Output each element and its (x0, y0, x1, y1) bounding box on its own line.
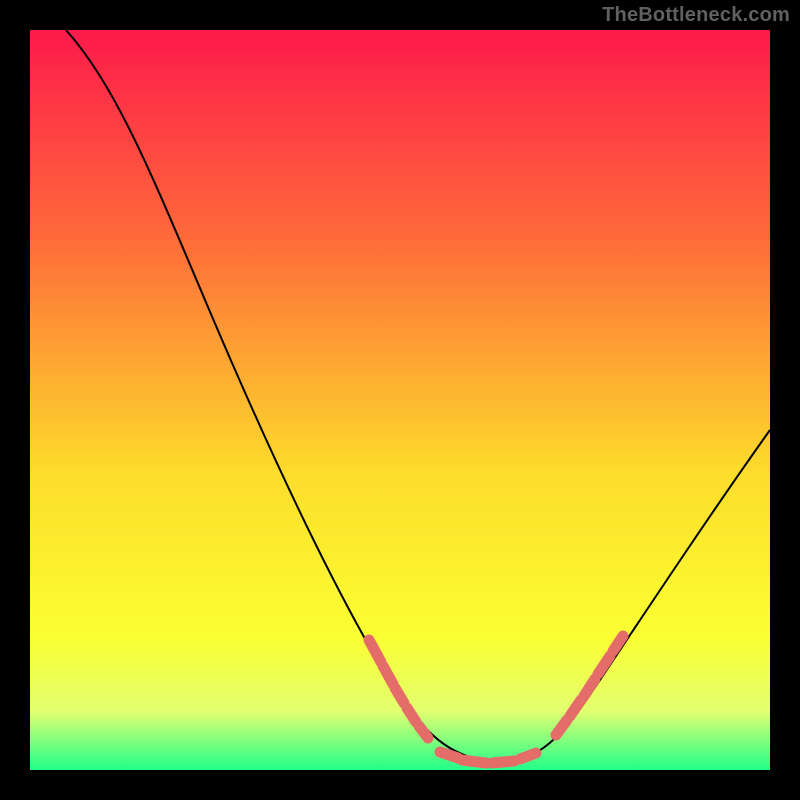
dash-segment (407, 708, 416, 722)
dash-segment (440, 752, 458, 758)
dash-segment (462, 760, 486, 763)
plot-background (30, 30, 770, 770)
dash-segment (419, 726, 428, 738)
chart-stage: TheBottleneck.com (0, 0, 800, 800)
dash-segment (492, 761, 514, 763)
dash-segment (520, 753, 536, 759)
watermark-text: TheBottleneck.com (602, 4, 790, 27)
dash-segment (395, 688, 404, 703)
bottleneck-chart (0, 0, 800, 800)
